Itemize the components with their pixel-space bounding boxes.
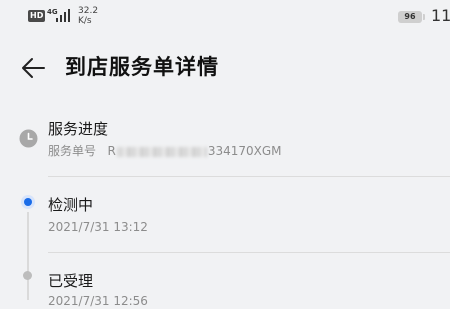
- signal-icon: [56, 9, 70, 22]
- timeline-status-active: 检测中: [48, 196, 94, 214]
- active-status-dot-core: [24, 198, 32, 206]
- timeline-time-received: 2021/7/31 12:56: [48, 294, 148, 308]
- timeline-status-received: 已受理: [48, 272, 94, 290]
- page-title: 到店服务单详情: [65, 55, 219, 79]
- order-label: 服务单号: [48, 144, 97, 158]
- clock-icon: [19, 129, 38, 148]
- speed-value: 32.2: [78, 6, 99, 16]
- network-speed: 32.2 K/s: [78, 6, 98, 26]
- progress-title: 服务进度: [48, 120, 109, 138]
- speed-unit: K/s: [78, 16, 92, 26]
- order-number: 服务单号 R 334170XGM: [48, 143, 282, 159]
- divider: [48, 252, 450, 253]
- timeline-time-active: 2021/7/31 13:12: [48, 220, 148, 234]
- order-suffix: 334170XGM: [207, 144, 282, 158]
- inactive-status-dot: [23, 271, 32, 280]
- status-time: 11: [431, 6, 450, 25]
- hd-badge: HD: [28, 10, 46, 22]
- back-arrow-icon[interactable]: [20, 55, 46, 81]
- timeline-line: [27, 212, 29, 300]
- battery-icon: 96: [398, 11, 425, 23]
- status-bar: HD 4G 32.2 K/s 96 11: [0, 0, 450, 34]
- divider: [48, 176, 450, 177]
- order-redacted: [116, 146, 207, 157]
- order-prefix: R: [107, 144, 116, 158]
